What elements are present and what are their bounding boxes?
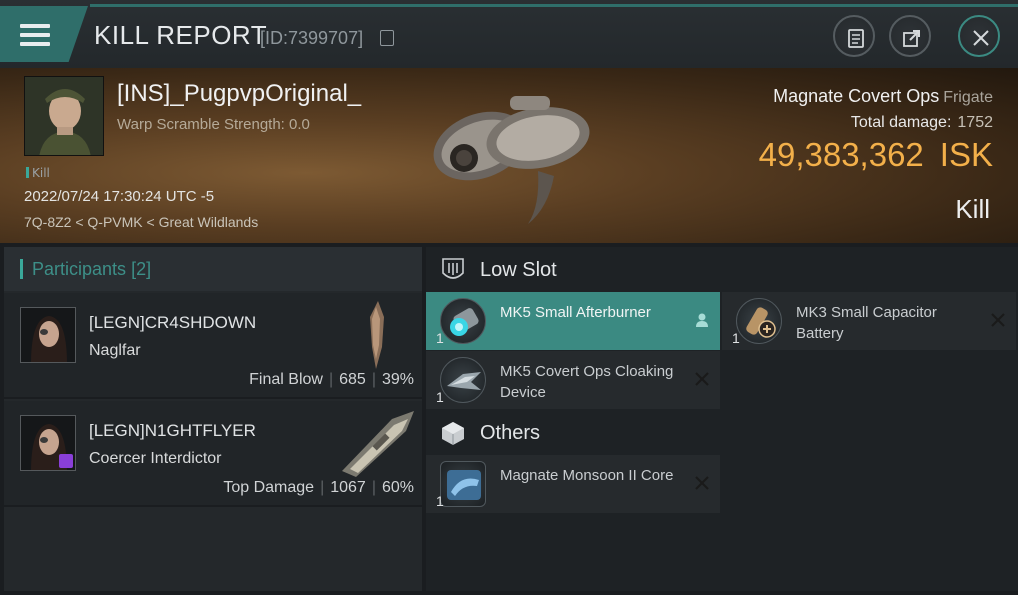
module-name: MK3 Small Capacitor Battery (796, 304, 937, 342)
module-quantity: 1 (436, 330, 444, 346)
participant-damage: 1067 (330, 479, 366, 496)
stats-separator: | (371, 479, 376, 496)
module-item[interactable]: 1 Magnate Monsoon II Core (426, 455, 720, 513)
warp-scramble-strength: Warp Scramble Strength: 0.0 (117, 116, 310, 133)
participant-role: Final Blow (249, 371, 323, 388)
low-slot-header: Low Slot (426, 247, 1018, 291)
faction-badge-icon (59, 454, 73, 468)
stats-separator: | (328, 371, 334, 388)
share-button[interactable] (889, 15, 931, 57)
module-name: Magnate Monsoon II Core (500, 467, 674, 484)
share-icon (903, 30, 920, 47)
participant-percent: 39% (381, 371, 414, 388)
header-bar: KILL REPORT [ID:7399707] (0, 0, 1018, 68)
victim-banner: [INS]_PugpvpOriginal_ Warp Scramble Stre… (0, 68, 1018, 243)
low-slot-title: Low Slot (480, 259, 557, 281)
dropped-item-icon (696, 313, 708, 327)
kill-datetime: 2022/07/24 17:30:24 UTC -5 (24, 188, 215, 205)
total-damage: Total damage: 1752 (851, 114, 993, 132)
kill-tag: Kill (26, 166, 50, 180)
participant-ship-image[interactable] (332, 297, 422, 371)
participants-count: [2] (131, 259, 152, 279)
module-quantity: 1 (436, 389, 444, 405)
copy-icon[interactable] (380, 30, 394, 46)
participants-title-label: Participants (32, 259, 127, 279)
participant-name[interactable]: [LEGN]CR4SHDOWN (89, 313, 256, 333)
victim-ship-name[interactable]: Magnate Covert Ops Frigate (773, 86, 993, 107)
victim-pilot-name[interactable]: [INS]_PugpvpOriginal_ (117, 80, 361, 108)
module-quantity: 1 (732, 330, 740, 346)
participant-damage: 685 (339, 371, 366, 388)
cloaking-device-icon (440, 357, 486, 403)
kill-location[interactable]: 7Q-8Z2 < Q-PVMK < Great Wildlands (24, 214, 258, 230)
isk-amount: 49,383,362 (758, 136, 924, 173)
participant-stats: Final Blow | 685 | 39% (249, 371, 414, 389)
kill-indicator (26, 167, 29, 178)
participant-ship-image[interactable] (332, 405, 422, 479)
ship-class-label: Frigate (943, 89, 993, 106)
participants-panel: Participants [2] [LEGN]CR4SHDOWN Naglfar… (4, 247, 422, 591)
isk-value: 49,383,362 ISK (759, 136, 993, 174)
capacitor-battery-icon (736, 298, 782, 344)
close-icon (973, 30, 989, 46)
module-quantity: 1 (436, 493, 444, 509)
fitting-panel: Low Slot 1 MK5 Small Afterburner 1 MK3 S… (426, 247, 1018, 591)
module-item[interactable]: 1 MK3 Small Capacitor Battery (722, 292, 1016, 350)
total-damage-label: Total damage: (850, 114, 952, 131)
destroyed-item-icon (695, 372, 709, 386)
kill-tag-label: Kill (32, 166, 50, 180)
participant-percent: 60% (381, 479, 414, 496)
participant-ship: Naglfar (89, 342, 141, 359)
participants-header[interactable]: Participants [2] (4, 247, 422, 291)
hamburger-menu-icon[interactable] (20, 24, 50, 46)
participant-stats: Top Damage | 1067 | 60% (223, 479, 414, 497)
total-damage-value: 1752 (957, 114, 993, 131)
participants-title: Participants [2] (32, 259, 151, 280)
core-icon (440, 461, 486, 507)
destroyed-item-icon (695, 476, 709, 490)
page-title: KILL REPORT (94, 20, 268, 50)
stats-separator: | (371, 371, 376, 388)
participant-row[interactable]: [LEGN]N1GHTFLYER Coercer Interdictor Top… (4, 401, 422, 507)
afterburner-icon (440, 298, 486, 344)
clipboard-icon (848, 29, 864, 48)
module-name: MK5 Small Afterburner (500, 304, 651, 321)
module-item[interactable]: 1 MK5 Small Afterburner (426, 292, 720, 350)
participant-name[interactable]: [LEGN]N1GHTFLYER (89, 421, 256, 441)
header-accent-line (90, 4, 1018, 7)
result-label: Kill (955, 194, 990, 224)
isk-unit: ISK (939, 136, 993, 173)
participants-header-accent (20, 259, 23, 279)
low-slot-icon (442, 258, 464, 279)
victim-ship-render[interactable] (420, 76, 610, 236)
stats-separator: | (320, 479, 325, 496)
participant-row[interactable]: [LEGN]CR4SHDOWN Naglfar Final Blow | 685 | 3… (4, 293, 422, 399)
cargo-box-icon (442, 422, 464, 445)
others-title: Others (480, 422, 541, 444)
destroyed-item-icon (991, 313, 1005, 327)
module-item[interactable]: 1 MK5 Covert Ops Cloaking Device (426, 351, 720, 409)
report-id: [ID:7399707] (260, 28, 364, 48)
clipboard-button[interactable] (833, 15, 875, 57)
participant-avatar[interactable] (20, 415, 76, 471)
others-header: Others (426, 410, 1018, 454)
victim-avatar[interactable] (24, 76, 104, 156)
participant-avatar[interactable] (20, 307, 76, 363)
participant-ship: Coercer Interdictor (89, 450, 222, 467)
participant-role: Top Damage (223, 479, 315, 496)
close-button[interactable] (958, 15, 1000, 57)
ship-name-label: Magnate Covert Ops (773, 86, 940, 106)
module-name: MK5 Covert Ops Cloaking Device (500, 363, 674, 401)
